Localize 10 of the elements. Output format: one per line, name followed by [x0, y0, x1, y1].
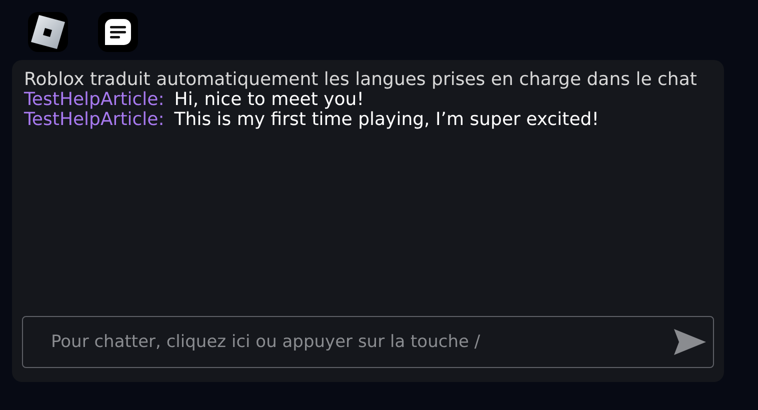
chat-button[interactable]	[98, 12, 138, 52]
send-icon[interactable]	[674, 329, 706, 355]
chat-input-field[interactable]: Pour chatter, cliquez ici ou appuyer sur la touche /	[22, 316, 714, 368]
chat-message: This is my first time playing, I’m super excited!	[174, 110, 599, 130]
logo-button[interactable]	[28, 12, 68, 52]
system-message: Roblox traduit automatiquement les langues prises en charge dans le chat	[24, 70, 698, 90]
chat-message: Hi, nice to meet you!	[174, 90, 364, 110]
author-name: TestHelpArticle:	[24, 90, 164, 110]
author-name: TestHelpArticle:	[24, 110, 164, 130]
chat-icon	[105, 19, 131, 45]
